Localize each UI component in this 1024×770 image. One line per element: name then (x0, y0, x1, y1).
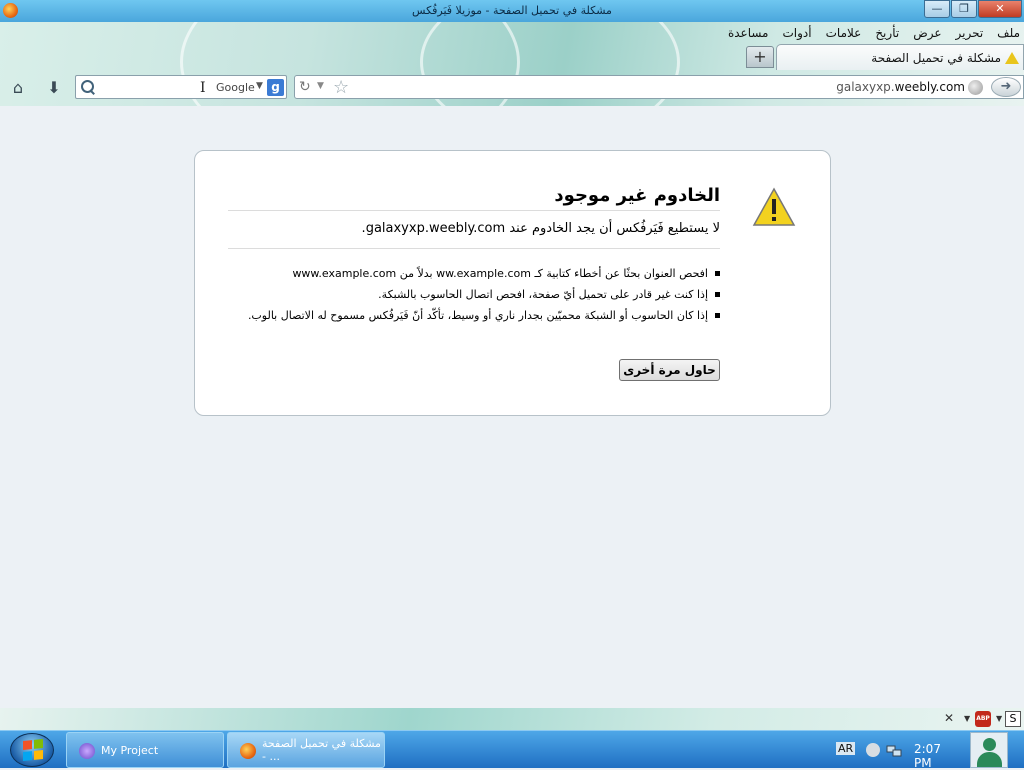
search-engine-name: Google (216, 81, 255, 94)
menu-bookmarks[interactable]: علامات (826, 26, 862, 40)
new-tab-button[interactable]: + (746, 46, 774, 68)
user-avatar-icon[interactable] (970, 732, 1008, 768)
error-suggestions: افحص العنوان بحثًا عن أخطاء كتابية كـ ww… (220, 267, 720, 330)
close-button[interactable]: ✕ (978, 0, 1022, 18)
menu-edit[interactable]: تحرير (956, 26, 984, 40)
history-dropdown-icon[interactable]: ▼ (317, 81, 324, 91)
home-icon[interactable]: ⌂ (8, 78, 28, 98)
go-arrow-icon[interactable]: ➜ (991, 77, 1021, 97)
list-item: افحص العنوان بحثًا عن أخطاء كتابية كـ ww… (220, 267, 720, 280)
language-indicator[interactable]: AR (836, 742, 856, 755)
start-button[interactable] (6, 732, 60, 768)
try-again-button[interactable]: حاول مرة أخرى (619, 359, 720, 381)
page-content: الخادوم غير موجود لا يستطيع فَيَرفُكس أن… (0, 106, 1024, 708)
taskbar-item-my-project[interactable]: My Project (66, 732, 224, 768)
menu-bar: ملف تحرير عرض تأريخ علامات أدوات مساعدة (728, 26, 1020, 40)
chevron-down-icon[interactable]: ▼ (256, 81, 263, 91)
search-icon[interactable] (80, 79, 96, 95)
addon-s-button[interactable]: S (1005, 711, 1021, 727)
windows-logo-icon (23, 738, 43, 762)
taskbar: My Project مشكلة في تحميل الصفحة - ... A… (0, 730, 1024, 770)
error-title: الخادوم غير موجود (228, 185, 720, 211)
window-titlebar: مشكلة في تحميل الصفحة - موزيلا فَيَرفُكس… (0, 0, 1024, 22)
google-icon[interactable]: g (267, 79, 284, 96)
tab-active[interactable]: مشكلة في تحميل الصفحة (776, 44, 1024, 70)
network-icon[interactable] (886, 742, 902, 758)
url-bar[interactable]: ↻ ▼ ☆ galaxyxp.weebly.com ➜ (294, 75, 1024, 99)
restore-button[interactable]: ❐ (951, 0, 977, 18)
list-item: إذا كان الحاسوب أو الشبكة محميّين بجدار … (220, 309, 720, 322)
project-icon (79, 743, 95, 759)
reload-icon[interactable]: ↻ (299, 79, 311, 95)
minimize-button[interactable]: — (924, 0, 950, 18)
download-icon[interactable]: ⬇ (44, 78, 64, 98)
search-bar[interactable]: I Google ▼ g (75, 75, 287, 99)
url-text[interactable]: galaxyxp.weebly.com (836, 80, 965, 94)
bookmark-star-icon[interactable]: ☆ (333, 77, 349, 98)
firefox-icon (240, 743, 256, 759)
taskbar-item-label: مشكلة في تحميل الصفحة - ... (262, 737, 381, 763)
addon-bar: ✕ ▼ ABP ▼ S (0, 708, 1024, 730)
taskbar-item-label: My Project (101, 743, 159, 757)
error-panel: الخادوم غير موجود لا يستطيع فَيَرفُكس أن… (194, 150, 831, 416)
window-controls: — ❐ ✕ (923, 0, 1022, 18)
menu-history[interactable]: تأريخ (875, 26, 899, 40)
text-cursor-icon: I (200, 80, 206, 96)
tab-strip: + مشكلة في تحميل الصفحة (0, 44, 1024, 70)
site-identity-icon[interactable] (968, 80, 983, 95)
browser-chrome: ملف تحرير عرض تأريخ علامات أدوات مساعدة … (0, 22, 1024, 106)
warning-icon (1005, 51, 1019, 64)
chevron-down-icon[interactable]: ▼ (964, 714, 970, 723)
list-item: إذا كنت غير قادر على تحميل أيّ صفحة، افح… (220, 288, 720, 301)
clock[interactable]: 2:07 PM (914, 742, 941, 770)
tab-label: مشكلة في تحميل الصفحة (871, 50, 1001, 65)
large-warning-icon (752, 187, 796, 227)
taskbar-item-firefox[interactable]: مشكلة في تحميل الصفحة - ... (227, 732, 385, 768)
window-title: مشكلة في تحميل الصفحة - موزيلا فَيَرفُكس (412, 4, 612, 17)
error-description: لا يستطيع فَيَرفُكس أن يجد الخادوم عند g… (228, 221, 720, 249)
navigation-toolbar: ⌂ ⬇ I Google ▼ g ↻ ▼ ☆ galaxyxp.weebly.c… (0, 70, 1024, 104)
chevron-down-icon[interactable]: ▼ (996, 714, 1002, 723)
adblock-plus-icon[interactable]: ABP (975, 711, 991, 727)
menu-view[interactable]: عرض (913, 26, 941, 40)
tray-app-icon[interactable] (866, 743, 880, 757)
menu-file[interactable]: ملف (997, 26, 1020, 40)
menu-tools[interactable]: أدوات (783, 26, 812, 40)
close-addon-bar-button[interactable]: ✕ (944, 711, 954, 725)
menu-help[interactable]: مساعدة (728, 26, 769, 40)
